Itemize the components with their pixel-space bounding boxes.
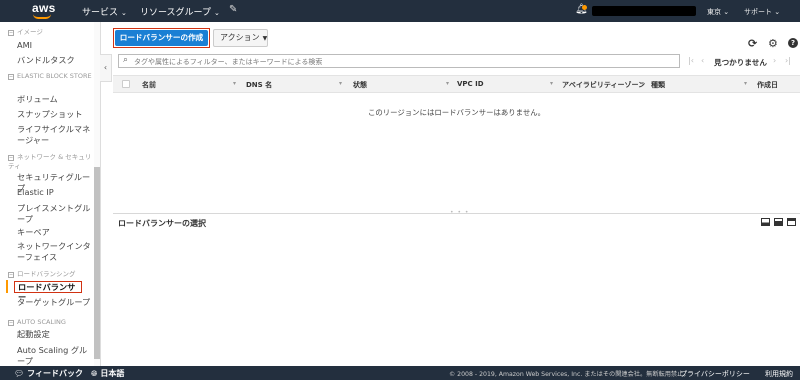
- section-label: イメージ: [17, 28, 43, 36]
- create-load-balancer-label: ロードバランサーの作成: [115, 30, 208, 46]
- feedback-label: フィードバック: [27, 369, 83, 378]
- feedback-link[interactable]: 💬︎ フィードバック: [14, 368, 83, 379]
- sort-icon[interactable]: ▾: [550, 80, 553, 87]
- language-selector[interactable]: 🌐︎ 日本語: [91, 368, 124, 379]
- collapse-sidebar-button[interactable]: ‹: [100, 54, 112, 82]
- sidebar-section-images[interactable]: − イメージ: [8, 28, 94, 37]
- section-label: ELASTIC BLOCK STORE: [17, 72, 92, 80]
- resize-handle-icon[interactable]: • • •: [450, 209, 469, 216]
- chevron-left-icon: ‹: [103, 63, 108, 72]
- help-icon[interactable]: ?: [788, 38, 798, 48]
- column-header-state[interactable]: 状態: [353, 80, 367, 90]
- sort-icon[interactable]: ▾: [233, 80, 236, 87]
- collapse-icon[interactable]: −: [8, 30, 14, 36]
- sidebar-section-load-balancing[interactable]: − ロードバランシング: [8, 270, 94, 279]
- pagination-status: 見つかりません: [714, 58, 767, 67]
- copyright-text: © 2008 - 2019, Amazon Web Services, Inc.…: [449, 371, 690, 378]
- sidebar-item-volumes[interactable]: ボリューム: [17, 94, 94, 105]
- footer-bar: 💬︎ フィードバック 🌐︎ 日本語 © 2008 - 2019, Amazon We…: [0, 366, 800, 380]
- sort-icon[interactable]: ▾: [744, 80, 747, 87]
- collapse-icon[interactable]: −: [8, 74, 14, 80]
- collapse-icon[interactable]: −: [8, 320, 14, 326]
- actions-dropdown[interactable]: アクション ▼: [213, 29, 268, 47]
- column-header-dns-name[interactable]: DNS 名: [246, 80, 272, 90]
- sidebar: − イメージ AMI バンドルタスク − ELASTIC BLOCK STORE ボ…: [0, 22, 94, 366]
- chevron-down-icon: ⌄: [723, 8, 730, 16]
- sidebar-section-auto-scaling[interactable]: − AUTO SCALING: [8, 318, 94, 327]
- aws-logo-text: aws: [32, 1, 56, 15]
- sidebar-item-launch-configurations[interactable]: 起動設定: [17, 329, 94, 340]
- top-navigation-bar: aws サービス ⌄ リソースグループ ⌄ ✎ 🔔︎ 東京 ⌄ サポート ⌄: [0, 0, 800, 22]
- sidebar-item-auto-scaling-groups[interactable]: Auto Scaling グループ: [17, 345, 94, 366]
- sidebar-item-lifecycle-manager[interactable]: ライフサイクルマネージャー: [17, 124, 94, 146]
- search-input[interactable]: [134, 56, 674, 67]
- sidebar-section-network-security[interactable]: − ネットワーク & セキュリティ: [8, 153, 94, 171]
- language-label: 日本語: [100, 369, 125, 378]
- sort-icon[interactable]: ▾: [446, 80, 449, 87]
- column-header-type[interactable]: 種類: [651, 80, 665, 90]
- aws-smile-icon: [33, 14, 51, 19]
- detail-pane-title: ロードバランサーの選択: [118, 219, 206, 228]
- next-page-icon[interactable]: ›: [773, 56, 776, 65]
- column-header-created[interactable]: 作成日: [757, 80, 778, 90]
- globe-icon: 🌐︎: [91, 369, 98, 378]
- notification-dot: [582, 5, 587, 10]
- first-page-icon[interactable]: |‹: [688, 56, 694, 65]
- speech-bubble-icon: 💬︎: [14, 369, 25, 378]
- empty-table-message: このリージョンにはロードバランサーはありません。: [367, 108, 545, 117]
- sidebar-item-ami[interactable]: AMI: [17, 40, 94, 51]
- bell-icon[interactable]: 🔔︎: [575, 4, 588, 15]
- sidebar-item-placement-groups[interactable]: プレイスメントグループ: [17, 203, 94, 225]
- actions-label: アクション: [220, 33, 260, 42]
- column-header-vpc-id[interactable]: VPC ID: [457, 80, 484, 88]
- sidebar-item-elastic-ip[interactable]: Elastic IP: [17, 187, 94, 198]
- sidebar-item-network-interfaces[interactable]: ネットワークインターフェイス: [17, 241, 94, 263]
- support-label: サポート: [744, 8, 772, 16]
- pin-icon[interactable]: ✎: [229, 4, 237, 15]
- create-load-balancer-button[interactable]: ロードバランサーの作成: [113, 28, 210, 48]
- sidebar-item-load-balancers[interactable]: ロードバランサー: [14, 281, 82, 302]
- services-label: サービス: [82, 8, 119, 18]
- collapse-icon[interactable]: −: [8, 272, 14, 278]
- active-indicator: [6, 280, 8, 293]
- refresh-icon[interactable]: ⟳: [748, 37, 757, 50]
- chevron-down-icon: ⌄: [774, 8, 781, 16]
- chevron-down-icon: ⌄: [121, 9, 127, 17]
- support-menu[interactable]: サポート ⌄: [744, 7, 780, 17]
- search-icon: ⌕: [123, 55, 129, 65]
- chevron-down-icon: ⌄: [214, 9, 220, 17]
- account-name-redacted[interactable]: [592, 6, 696, 16]
- terms-of-use-link[interactable]: 利用規約: [765, 369, 793, 379]
- layout-top-icon[interactable]: [787, 218, 796, 226]
- last-page-icon[interactable]: ›|: [785, 56, 791, 65]
- sidebar-item-bundle-tasks[interactable]: バンドルタスク: [17, 55, 94, 66]
- section-label: AUTO SCALING: [17, 318, 66, 326]
- select-all-checkbox[interactable]: [122, 80, 130, 88]
- sidebar-item-key-pairs[interactable]: キーペア: [17, 227, 94, 238]
- layout-split-icon[interactable]: [774, 218, 783, 226]
- section-label: ロードバランシング: [17, 270, 76, 278]
- resource-groups-label: リソースグループ: [140, 8, 212, 18]
- privacy-policy-link[interactable]: プライバシーポリシー: [680, 369, 750, 379]
- sort-icon[interactable]: ▾: [641, 80, 644, 87]
- chevron-down-icon: ▼: [262, 35, 268, 42]
- section-label: ネットワーク & セキュリティ: [8, 153, 92, 170]
- services-menu[interactable]: サービス ⌄: [82, 5, 127, 18]
- previous-page-icon[interactable]: ‹: [701, 56, 704, 65]
- gear-icon[interactable]: ⚙: [768, 37, 778, 50]
- sidebar-item-snapshots[interactable]: スナップショット: [17, 109, 94, 120]
- layout-bottom-icon[interactable]: [761, 218, 770, 226]
- collapse-icon[interactable]: −: [8, 155, 14, 161]
- resource-groups-menu[interactable]: リソースグループ ⌄: [140, 5, 220, 18]
- sidebar-item-target-groups[interactable]: ターゲットグループ: [17, 297, 94, 308]
- filter-search-box[interactable]: ⌕: [118, 54, 680, 68]
- sort-icon[interactable]: ▾: [339, 80, 342, 87]
- column-header-availability-zones[interactable]: アベイラビリティーゾーン: [562, 80, 645, 90]
- region-label: 東京: [707, 8, 721, 16]
- sidebar-section-ebs[interactable]: − ELASTIC BLOCK STORE: [8, 72, 94, 81]
- column-header-name[interactable]: 名前: [142, 80, 156, 90]
- table-header: 名前 ▾ DNS 名 ▾ 状態 ▾ VPC ID ▾ アベイラビリティーゾーン …: [113, 75, 800, 93]
- region-menu[interactable]: 東京 ⌄: [707, 7, 729, 17]
- aws-logo[interactable]: aws: [30, 1, 60, 21]
